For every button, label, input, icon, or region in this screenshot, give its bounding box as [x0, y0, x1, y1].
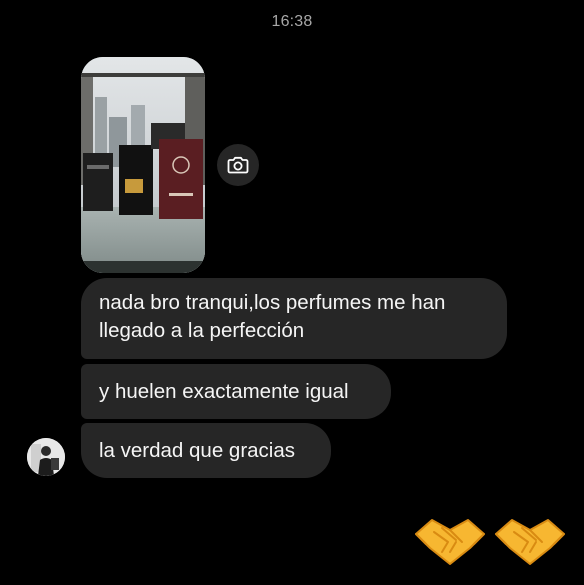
message-bubble[interactable]: y huelen exactamente igual [81, 364, 391, 419]
message-bubble[interactable]: nada bro tranqui,los perfumes me han lle… [81, 278, 507, 359]
sender-avatar[interactable] [27, 438, 65, 476]
handshake-emoji-icon[interactable] [492, 512, 568, 572]
received-photo[interactable] [81, 57, 205, 273]
message-timestamp: 16:38 [271, 13, 313, 30]
camera-icon [227, 156, 249, 174]
handshake-emoji-icon[interactable] [412, 512, 488, 572]
camera-button[interactable] [217, 144, 259, 186]
message-bubble[interactable]: la verdad que gracias [81, 423, 331, 478]
